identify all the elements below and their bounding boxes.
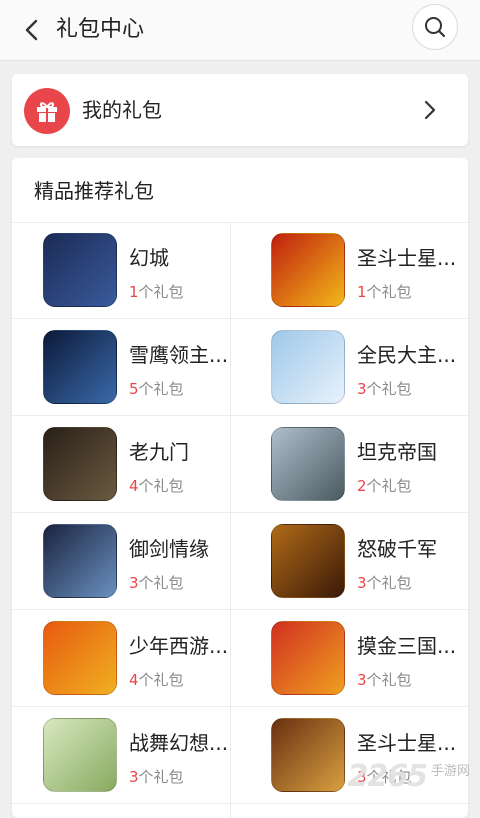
watermark-text: 手游网 <box>430 763 470 779</box>
game-gift-item[interactable]: 老九门 4个礼包 <box>12 416 230 512</box>
game-gift-item[interactable]: 幻城 1个礼包 <box>12 222 230 318</box>
game-grid: 幻城 1个礼包 圣斗士星... 1个礼包 雪鹰领主... 5个礼包 全民大主... 3个礼包老… <box>12 222 468 804</box>
gift-count: 1个礼包 <box>129 282 184 302</box>
game-name: 坦克帝国 <box>357 440 437 464</box>
game-name: 圣斗士星... <box>357 731 457 755</box>
gift-count-number: 3 <box>129 574 139 592</box>
gift-count-suffix: 个礼包 <box>138 380 184 398</box>
gift-count-suffix: 个礼包 <box>138 574 184 592</box>
watermark-number: 2265 <box>347 758 427 794</box>
section-title: 精品推荐礼包 <box>34 179 154 203</box>
gift-count: 3个礼包 <box>357 379 412 399</box>
game-name: 战舞幻想... <box>129 731 229 755</box>
gift-count-suffix: 个礼包 <box>138 768 184 786</box>
game-name: 幻城 <box>129 246 169 270</box>
game-gift-item[interactable]: 御剑情缘 3个礼包 <box>12 513 230 609</box>
gift-count-number: 3 <box>357 671 367 689</box>
gift-count-suffix: 个礼包 <box>366 671 412 689</box>
app-header: 礼包中心 <box>0 0 480 61</box>
gift-count-suffix: 个礼包 <box>138 671 184 689</box>
gift-count-number: 4 <box>129 671 139 689</box>
game-name: 老九门 <box>129 440 189 464</box>
gift-count: 5个礼包 <box>129 379 184 399</box>
game-name: 御剑情缘 <box>129 537 209 561</box>
game-name: 全民大主... <box>357 343 457 367</box>
game-row: 幻城 1个礼包 圣斗士星... 1个礼包 <box>12 222 468 319</box>
gift-count-number: 3 <box>129 768 139 786</box>
chevron-right-icon <box>418 98 442 122</box>
back-button[interactable] <box>14 12 50 48</box>
game-row: 少年西游... 4个礼包 摸金三国... 3个礼包 <box>12 610 468 707</box>
game-name: 雪鹰领主... <box>129 343 229 367</box>
saint-seiya-2-game-icon <box>271 718 345 792</box>
mojin-game-icon <box>271 621 345 695</box>
game-gift-item[interactable]: 怒破千军 3个礼包 <box>240 513 458 609</box>
nupo-game-icon <box>271 524 345 598</box>
gift-count-suffix: 个礼包 <box>366 574 412 592</box>
saint-seiya-game-icon <box>271 233 345 307</box>
my-gifts-label: 我的礼包 <box>82 98 162 122</box>
gift-count-number: 1 <box>357 283 367 301</box>
game-name: 摸金三国... <box>357 634 457 658</box>
xueying-game-icon <box>43 330 117 404</box>
game-gift-item[interactable]: 坦克帝国 2个礼包 <box>240 416 458 512</box>
page-title: 礼包中心 <box>56 17 145 42</box>
quanmin-game-icon <box>271 330 345 404</box>
gift-count-suffix: 个礼包 <box>366 283 412 301</box>
game-row: 御剑情缘 3个礼包 怒破千军 3个礼包 <box>12 513 468 610</box>
gift-count: 3个礼包 <box>357 573 412 593</box>
laojiumen-game-icon <box>43 427 117 501</box>
game-name: 怒破千军 <box>357 537 437 561</box>
yujian-game-icon <box>43 524 117 598</box>
game-gift-item[interactable]: 圣斗士星... 1个礼包 <box>240 222 458 318</box>
gift-count-suffix: 个礼包 <box>138 283 184 301</box>
huancheng-game-icon <box>43 233 117 307</box>
game-row: 老九门 4个礼包 坦克帝国 2个礼包 <box>12 416 468 513</box>
gift-count: 4个礼包 <box>129 670 184 690</box>
game-name: 圣斗士星... <box>357 246 457 270</box>
gift-count-number: 5 <box>129 380 139 398</box>
gift-count: 4个礼包 <box>129 476 184 496</box>
gift-count: 3个礼包 <box>129 767 184 787</box>
game-gift-item[interactable]: 战舞幻想... 3个礼包 <box>12 707 230 803</box>
gift-count-number: 2 <box>357 477 367 495</box>
gift-count-number: 1 <box>129 283 139 301</box>
my-gifts-entry[interactable]: 我的礼包 <box>12 74 468 146</box>
game-name: 少年西游... <box>129 634 229 658</box>
gift-count-suffix: 个礼包 <box>366 477 412 495</box>
search-button[interactable] <box>412 4 458 50</box>
gift-count: 2个礼包 <box>357 476 412 496</box>
search-icon <box>425 17 446 38</box>
game-row: 雪鹰领主... 5个礼包 全民大主... 3个礼包 <box>12 319 468 416</box>
game-gift-item[interactable]: 全民大主... 3个礼包 <box>240 319 458 415</box>
journey-west-game-icon <box>43 621 117 695</box>
gift-count-number: 3 <box>357 380 367 398</box>
gift-count: 3个礼包 <box>357 670 412 690</box>
site-watermark: 2265 手游网 <box>347 756 470 796</box>
gift-count: 3个礼包 <box>129 573 184 593</box>
gift-count-number: 3 <box>357 574 367 592</box>
game-gift-item[interactable]: 摸金三国... 3个礼包 <box>240 610 458 706</box>
gift-count: 1个礼包 <box>357 282 412 302</box>
game-gift-item[interactable]: 雪鹰领主... 5个礼包 <box>12 319 230 415</box>
gift-count-suffix: 个礼包 <box>366 380 412 398</box>
zhanwu-game-icon <box>43 718 117 792</box>
gift-box-icon <box>24 88 70 134</box>
tank-empire-game-icon <box>271 427 345 501</box>
chevron-left-icon <box>25 19 38 41</box>
gift-count-number: 4 <box>129 477 139 495</box>
recommended-gifts-panel: 精品推荐礼包 幻城 1个礼包 圣斗士星... 1个礼包 雪鹰领主... 5个礼包 全民大主.… <box>12 158 468 818</box>
game-gift-item[interactable]: 少年西游... 4个礼包 <box>12 610 230 706</box>
gift-count-suffix: 个礼包 <box>138 477 184 495</box>
